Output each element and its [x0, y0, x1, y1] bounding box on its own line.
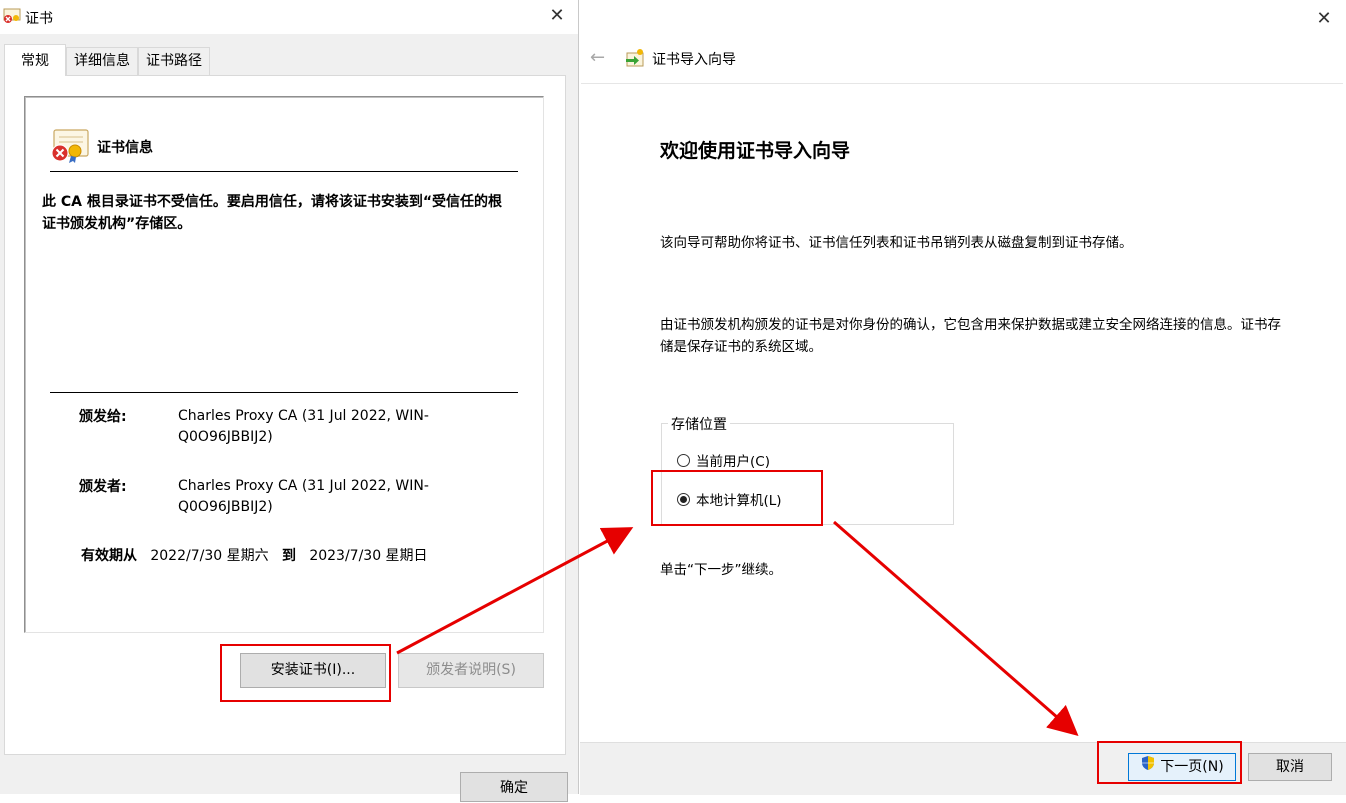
- issued-to-label: 颁发给:: [79, 409, 127, 425]
- ok-button[interactable]: 确定: [460, 772, 568, 802]
- certificate-title-icon: [3, 8, 21, 24]
- certificate-titlebar: [0, 0, 578, 34]
- tab-general[interactable]: 常规: [4, 44, 66, 76]
- issued-by-label: 颁发者:: [79, 479, 127, 495]
- certificate-warning-icon: [50, 128, 90, 164]
- certificate-window-title: 证书: [25, 11, 53, 27]
- divider: [50, 392, 518, 393]
- back-arrow-icon[interactable]: ←: [590, 47, 605, 68]
- wizard-welcome-heading: 欢迎使用证书导入向导: [660, 140, 851, 162]
- certificate-description: 由证书颁发机构颁发的证书是对你身份的确认，它包含用来保护数据或建立安全网络连接的…: [660, 317, 1281, 355]
- close-icon[interactable]: ✕: [546, 6, 568, 28]
- tab-certification-path[interactable]: 证书路径: [138, 47, 210, 75]
- issuer-statement-button[interactable]: 颁发者说明(S): [398, 653, 544, 688]
- divider: [50, 171, 518, 172]
- wizard-intro-text: 该向导可帮助你将证书、证书信任列表和证书吊销列表从磁盘复制到证书存储。: [660, 235, 1133, 251]
- certificate-info-heading: 证书信息: [97, 140, 153, 156]
- issued-to-value: Charles Proxy CA (31 Jul 2022, WIN-Q0O96…: [178, 408, 429, 445]
- continue-hint: 单击“下一步”继续。: [660, 562, 782, 578]
- valid-from-value: 2022/7/30 星期六: [150, 548, 269, 564]
- radio-button[interactable]: [677, 453, 690, 467]
- divider: [581, 83, 1343, 84]
- store-location-legend: 存储位置: [668, 414, 730, 434]
- certificate-import-icon: [624, 47, 646, 69]
- issued-by-value: Charles Proxy CA (31 Jul 2022, WIN-Q0O96…: [178, 478, 429, 515]
- valid-to-label: 到: [281, 548, 296, 564]
- valid-to-value: 2023/7/30 星期日: [309, 548, 428, 564]
- close-icon[interactable]: ✕: [1313, 9, 1335, 31]
- validity-period: 有效期从 2022/7/30 星期六 到 2023/7/30 星期日: [81, 545, 428, 565]
- radio-current-user[interactable]: 当前用户(C): [677, 450, 770, 470]
- wizard-header-title: 证书导入向导: [652, 52, 736, 68]
- highlight-box: [1097, 741, 1242, 784]
- tab-details[interactable]: 详细信息: [66, 47, 138, 75]
- highlight-box: [220, 644, 391, 702]
- certificate-import-wizard: [578, 0, 1346, 794]
- radio-label: 当前用户(C): [696, 454, 770, 470]
- cancel-button[interactable]: 取消: [1248, 753, 1332, 781]
- valid-from-label: 有效期从: [81, 548, 137, 564]
- highlight-box: [651, 470, 823, 526]
- trust-warning-message: 此 CA 根目录证书不受信任。要启用信任，请将该证书安装到“受信任的根证书颁发机…: [42, 194, 503, 232]
